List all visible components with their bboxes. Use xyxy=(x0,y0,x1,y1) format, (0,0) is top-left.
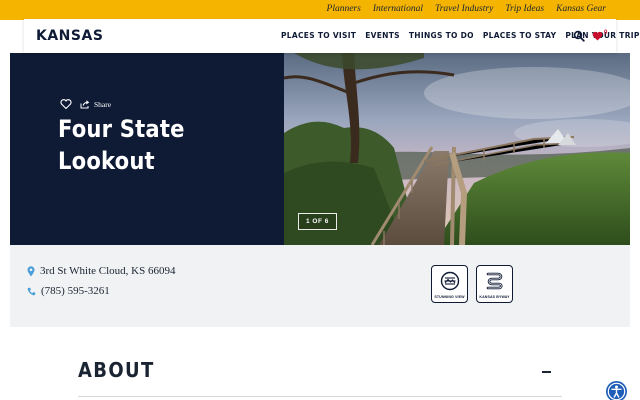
utility-link-travel-industry[interactable]: Travel Industry xyxy=(435,4,493,14)
hero-image[interactable]: 1 OF 6 xyxy=(284,53,630,245)
badge-stunning-view[interactable]: STUNNING VIEW xyxy=(431,265,468,303)
hero-info-panel: Share Four State Lookout xyxy=(10,53,284,245)
utility-link-international[interactable]: International xyxy=(373,4,423,14)
utility-nav: Planners International Travel Industry T… xyxy=(327,4,606,14)
heart-outline-icon[interactable] xyxy=(60,98,72,110)
accessibility-button[interactable] xyxy=(606,381,627,400)
page-title: Four State Lookout xyxy=(58,115,185,175)
kansas-byway-icon xyxy=(486,272,503,290)
stunning-view-icon xyxy=(440,271,460,291)
about-divider xyxy=(78,396,562,397)
nav-events[interactable]: EVENTS xyxy=(365,31,400,40)
phone-text[interactable]: (785) 595-3261 xyxy=(41,285,110,297)
share-button[interactable]: Share xyxy=(80,100,111,109)
share-icon xyxy=(80,99,90,108)
address-text[interactable]: 3rd St White Cloud, KS 66094 xyxy=(40,265,175,277)
nav-places-to-visit[interactable]: PLACES TO VISIT xyxy=(281,31,356,40)
phone-icon xyxy=(27,287,36,295)
utility-link-trip-ideas[interactable]: Trip Ideas xyxy=(505,4,544,14)
address-row: 3rd St White Cloud, KS 66094 xyxy=(27,265,175,277)
main-nav: KANSAS PLACES TO VISIT EVENTS THINGS TO … xyxy=(24,19,639,53)
nav-things-to-do[interactable]: THINGS TO DO xyxy=(409,31,474,40)
phone-row: (785) 595-3261 xyxy=(27,285,110,297)
heart-icon xyxy=(592,31,603,41)
utility-bar: Planners International Travel Industry T… xyxy=(0,0,640,20)
map-pin-icon xyxy=(27,265,35,276)
site-logo[interactable]: KANSAS xyxy=(36,28,103,44)
badge-kansas-byway[interactable]: KANSAS BYWAY xyxy=(476,265,513,303)
favorites-count: 0 xyxy=(604,30,608,36)
utility-link-kansas-gear[interactable]: Kansas Gear xyxy=(556,4,606,14)
badge-stunning-view-label: STUNNING VIEW xyxy=(434,295,465,299)
nav-places-to-stay[interactable]: PLACES TO STAY xyxy=(483,31,556,40)
location-details: 3rd St White Cloud, KS 66094 (785) 595-3… xyxy=(10,245,630,327)
utility-link-planners[interactable]: Planners xyxy=(327,4,361,14)
search-icon[interactable] xyxy=(573,30,585,42)
about-heading: ABOUT xyxy=(78,358,155,382)
primary-nav: PLACES TO VISIT EVENTS THINGS TO DO PLAC… xyxy=(281,31,640,40)
gallery-counter[interactable]: 1 OF 6 xyxy=(298,213,337,230)
favorites-button[interactable]: 0 xyxy=(592,29,607,43)
badge-kansas-byway-label: KANSAS BYWAY xyxy=(479,295,510,299)
accessibility-icon xyxy=(607,382,626,400)
share-label: Share xyxy=(94,99,112,109)
hero-actions: Share xyxy=(60,98,111,110)
about-collapse-toggle[interactable] xyxy=(542,371,551,373)
